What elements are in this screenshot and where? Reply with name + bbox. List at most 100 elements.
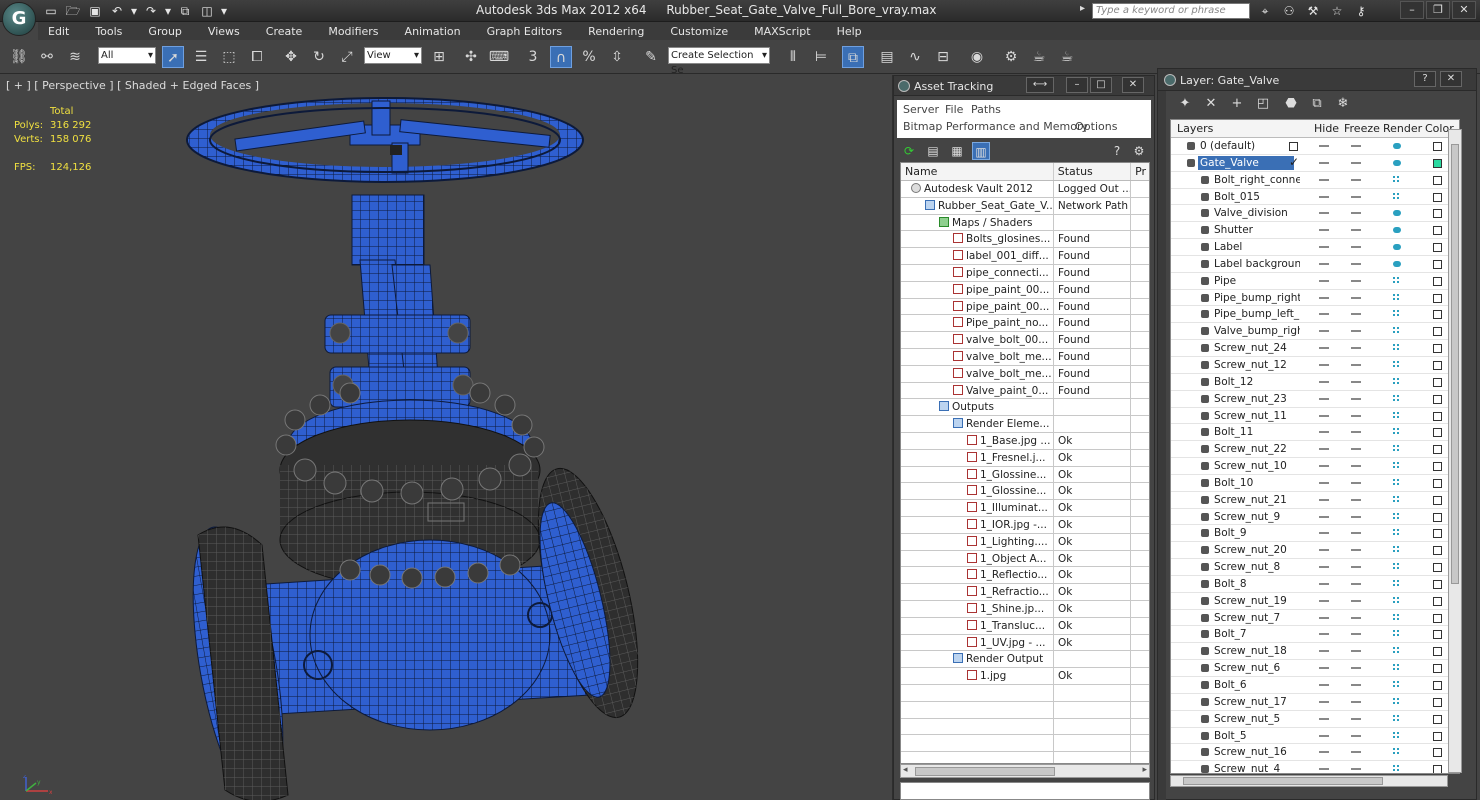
layer-row[interactable]: Bolt_015 bbox=[1171, 189, 1459, 206]
layer-color-swatch[interactable] bbox=[1433, 647, 1442, 657]
layer-name[interactable]: Screw_nut_20 bbox=[1212, 543, 1300, 557]
layer-color-swatch[interactable] bbox=[1433, 394, 1442, 404]
render-toggle-icon[interactable] bbox=[1393, 260, 1401, 267]
asset-col-status[interactable]: Status bbox=[1054, 163, 1132, 180]
freeze-toggle-icon[interactable] bbox=[1351, 448, 1361, 451]
menu-animation[interactable]: Animation bbox=[405, 25, 461, 38]
hide-toggle-icon[interactable] bbox=[1319, 229, 1329, 232]
rendered-frame-window-icon[interactable]: ☕ bbox=[1028, 46, 1050, 68]
asset-menu-file[interactable]: File bbox=[945, 103, 963, 116]
layer-name[interactable]: Bolt_9 bbox=[1212, 526, 1300, 540]
layer-row[interactable]: Screw_nut_4 bbox=[1171, 761, 1459, 773]
freeze-toggle-icon[interactable] bbox=[1351, 178, 1361, 181]
freeze-toggle-icon[interactable] bbox=[1351, 498, 1361, 501]
freeze-toggle-icon[interactable] bbox=[1351, 397, 1361, 400]
layer-name[interactable]: Bolt_6 bbox=[1212, 678, 1300, 692]
layer-name[interactable]: Valve_bump_righ bbox=[1212, 324, 1300, 338]
asset-row[interactable]: 1_Reflectio... Ok bbox=[901, 567, 1149, 585]
layer-row[interactable]: Screw_nut_9 bbox=[1171, 509, 1459, 526]
asset-row[interactable]: 1_Fresnel.j... Ok bbox=[901, 449, 1149, 467]
menu-rendering[interactable]: Rendering bbox=[588, 25, 644, 38]
layer-color-swatch[interactable] bbox=[1433, 243, 1442, 253]
layer-name[interactable]: Label backgroun bbox=[1212, 257, 1300, 271]
freeze-toggle-icon[interactable] bbox=[1351, 246, 1361, 249]
scroll-left-icon[interactable]: ◂ bbox=[903, 765, 908, 775]
layer-color-swatch[interactable] bbox=[1433, 579, 1442, 589]
asset-row[interactable] bbox=[901, 752, 1149, 763]
hide-toggle-icon[interactable] bbox=[1319, 633, 1329, 636]
asset-row[interactable]: 1_Transluc... Ok bbox=[901, 617, 1149, 635]
asset-row[interactable]: Pipe_paint_no... Found bbox=[901, 315, 1149, 333]
render-toggle-icon[interactable] bbox=[1393, 377, 1399, 384]
freeze-toggle-icon[interactable] bbox=[1351, 330, 1361, 333]
asset-options-icon[interactable]: ⚙ bbox=[1130, 142, 1148, 160]
freeze-unfreeze-all-icon[interactable]: ❄ bbox=[1334, 95, 1352, 113]
layer-row[interactable]: Bolt_6 bbox=[1171, 677, 1459, 694]
render-toggle-icon[interactable] bbox=[1393, 563, 1399, 570]
select-and-rotate-icon[interactable]: ↻ bbox=[308, 46, 330, 68]
render-production-icon[interactable]: ☕ bbox=[1056, 46, 1078, 68]
hide-toggle-icon[interactable] bbox=[1319, 161, 1329, 164]
layer-row[interactable]: Screw_nut_12 bbox=[1171, 357, 1459, 374]
render-toggle-icon[interactable] bbox=[1393, 630, 1399, 637]
layer-name[interactable]: Bolt_5 bbox=[1212, 729, 1300, 743]
hide-toggle-icon[interactable] bbox=[1319, 549, 1329, 552]
freeze-toggle-icon[interactable] bbox=[1351, 465, 1361, 468]
asset-row[interactable]: Rubber_Seat_Gate_V... Network Path bbox=[901, 197, 1149, 215]
hide-unhide-all-icon[interactable]: ⧉ bbox=[1308, 95, 1326, 113]
bind-space-warp-icon[interactable]: ≋ bbox=[64, 46, 86, 68]
layer-color-swatch[interactable] bbox=[1433, 664, 1442, 674]
render-toggle-icon[interactable] bbox=[1393, 681, 1399, 687]
asset-row[interactable]: 1_Object A... Ok bbox=[901, 550, 1149, 568]
layer-row[interactable]: Bolt_7 bbox=[1171, 626, 1459, 644]
layer-row[interactable]: Screw_nut_6 bbox=[1171, 660, 1459, 677]
layer-name[interactable]: Bolt_7 bbox=[1212, 627, 1300, 641]
freeze-toggle-icon[interactable] bbox=[1351, 633, 1361, 636]
menu-help[interactable]: Help bbox=[837, 25, 862, 38]
layer-vertical-scrollbar[interactable] bbox=[1448, 129, 1462, 773]
asset-row[interactable]: 1_Illuminat... Ok bbox=[901, 500, 1149, 517]
layer-name[interactable]: Bolt_015 bbox=[1212, 190, 1300, 204]
freeze-toggle-icon[interactable] bbox=[1351, 549, 1361, 552]
layer-name[interactable]: Screw_nut_6 bbox=[1212, 661, 1300, 675]
render-toggle-icon[interactable] bbox=[1393, 210, 1401, 217]
render-toggle-icon[interactable] bbox=[1393, 293, 1399, 300]
hide-toggle-icon[interactable] bbox=[1319, 717, 1329, 720]
layer-name[interactable]: Screw_nut_5 bbox=[1212, 712, 1300, 726]
layer-row[interactable]: Screw_nut_10 bbox=[1171, 458, 1459, 475]
layer-name[interactable]: Bolt_10 bbox=[1212, 476, 1300, 490]
layer-color-swatch[interactable] bbox=[1433, 546, 1442, 556]
layer-color-swatch[interactable] bbox=[1433, 428, 1442, 438]
render-toggle-icon[interactable] bbox=[1393, 344, 1399, 351]
layer-color-swatch[interactable] bbox=[1433, 360, 1442, 370]
layer-color-swatch[interactable] bbox=[1433, 596, 1442, 606]
layer-row[interactable]: 0 (default) bbox=[1171, 138, 1459, 155]
new-file-icon[interactable]: ▭ bbox=[42, 2, 60, 20]
layer-color-swatch[interactable] bbox=[1433, 209, 1442, 219]
asset-tracking-dock-icon[interactable]: ⟷ bbox=[1026, 77, 1054, 93]
layer-name[interactable]: Screw_nut_11 bbox=[1212, 409, 1300, 423]
layer-color-swatch[interactable] bbox=[1433, 377, 1442, 387]
freeze-toggle-icon[interactable] bbox=[1351, 313, 1361, 316]
select-object-icon[interactable]: ➚ bbox=[162, 46, 184, 68]
asset-menu-server[interactable]: Server bbox=[903, 103, 939, 116]
menu-tools[interactable]: Tools bbox=[95, 25, 122, 38]
render-toggle-icon[interactable] bbox=[1393, 579, 1399, 586]
layer-name[interactable]: Screw_nut_22 bbox=[1212, 442, 1300, 456]
menu-edit[interactable]: Edit bbox=[48, 25, 69, 38]
layer-row[interactable]: Bolt_9 bbox=[1171, 525, 1459, 543]
hide-toggle-icon[interactable] bbox=[1319, 616, 1329, 619]
render-toggle-icon[interactable] bbox=[1393, 647, 1399, 654]
hide-toggle-icon[interactable] bbox=[1319, 448, 1329, 451]
freeze-toggle-icon[interactable] bbox=[1351, 515, 1361, 518]
render-toggle-icon[interactable] bbox=[1393, 748, 1399, 755]
hide-toggle-icon[interactable] bbox=[1319, 414, 1329, 417]
layer-color-swatch[interactable] bbox=[1433, 259, 1442, 269]
redo-icon[interactable]: ↷ bbox=[142, 2, 160, 20]
layer-name[interactable]: Screw_nut_18 bbox=[1212, 644, 1300, 658]
layer-color-swatch[interactable] bbox=[1433, 226, 1442, 236]
asset-col-name[interactable]: Name bbox=[901, 163, 1054, 180]
layer-row[interactable]: Valve_division bbox=[1171, 205, 1459, 223]
asset-row[interactable]: label_001_diff... Found bbox=[901, 248, 1149, 265]
undo-dropdown-icon[interactable]: ▾ bbox=[130, 2, 138, 20]
